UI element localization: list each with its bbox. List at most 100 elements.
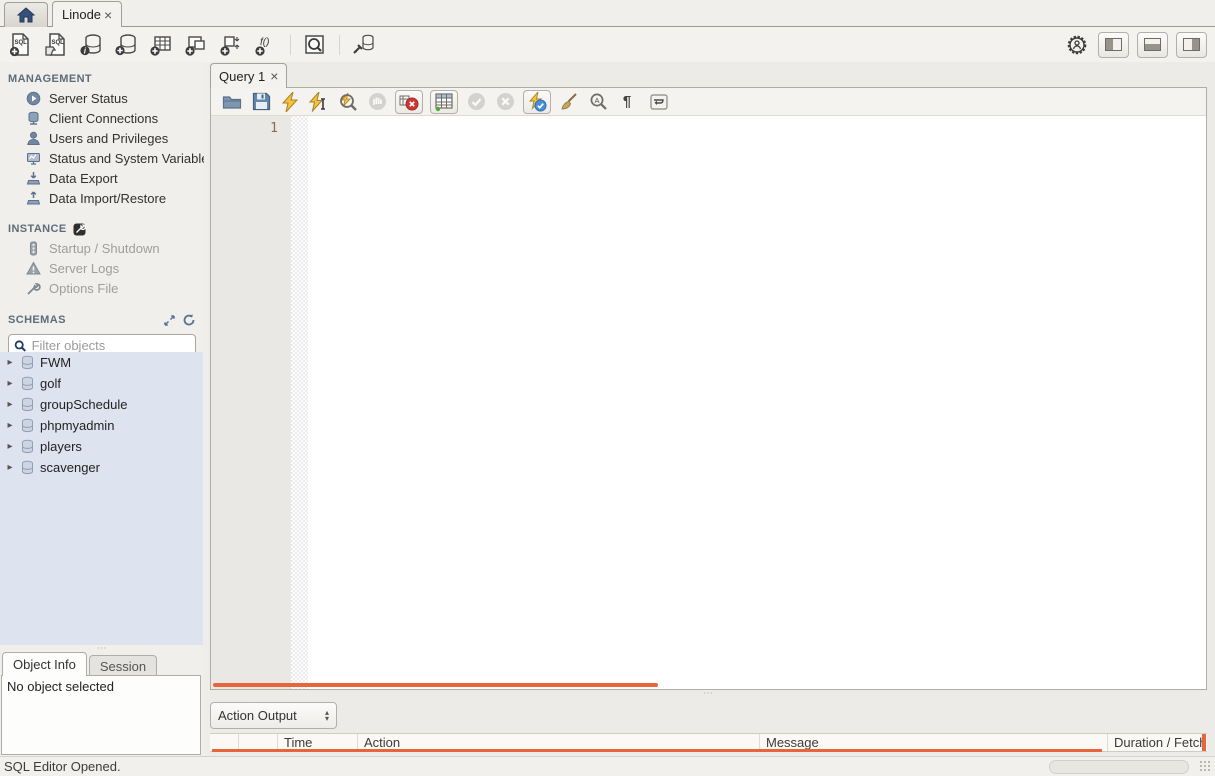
sidebar-item-client-connections[interactable]: Client Connections — [0, 108, 204, 128]
tab-object-info[interactable]: Object Info — [2, 652, 87, 676]
admin-gear-icon — [1067, 35, 1087, 54]
stop-query-button[interactable] — [366, 91, 388, 113]
expand-arrow-icon[interactable]: ▸ — [5, 420, 15, 431]
sql-editor-panel: A ¶ 1 — [210, 87, 1207, 690]
output-selector-value: Action Output — [218, 708, 297, 723]
commit-check-icon — [467, 93, 485, 110]
expand-arrow-icon[interactable]: ▸ — [5, 462, 15, 473]
svg-text:A: A — [594, 96, 599, 105]
find-button[interactable]: A — [587, 91, 609, 113]
schema-inspector-icon: i — [80, 33, 101, 55]
create-procedure-button[interactable] — [218, 32, 244, 58]
schemas-section-title: SCHEMAS — [0, 311, 204, 329]
toggle-autocommit-button[interactable] — [523, 89, 551, 114]
search-table-data-button[interactable] — [302, 32, 328, 58]
schema-item[interactable]: ▸ FWM — [0, 352, 203, 373]
resize-grip[interactable] — [1199, 760, 1212, 773]
open-sql-script-icon: SQL — [45, 32, 65, 56]
home-icon — [17, 7, 35, 23]
output-vertical-scrollbar[interactable] — [1202, 734, 1206, 751]
create-table-button[interactable] — [148, 32, 174, 58]
limit-rows-icon — [435, 92, 453, 111]
tab-connection[interactable]: Linode × — [52, 1, 123, 27]
expand-arrow-icon[interactable]: ▸ — [5, 399, 15, 410]
output-selector[interactable]: Action Output ▴ ▾ — [210, 702, 337, 729]
expand-arrow-icon[interactable]: ▸ — [5, 357, 15, 368]
schema-item[interactable]: ▸ golf — [0, 373, 203, 394]
open-folder-icon — [222, 95, 242, 109]
horizontal-scrollbar[interactable] — [213, 683, 658, 687]
toggle-right-sidebar-button[interactable] — [1176, 31, 1207, 58]
schema-item[interactable]: ▸ phpmyadmin — [0, 415, 203, 436]
open-sql-script-button[interactable]: SQL — [43, 32, 69, 58]
info-tabbar: Object Info Session — [2, 652, 158, 676]
toggle-word-wrap-button[interactable] — [645, 90, 673, 114]
commit-button[interactable] — [465, 91, 487, 113]
close-icon[interactable]: × — [104, 8, 112, 22]
sidebar-item-status-system-variables[interactable]: Status and System Variables — [0, 148, 204, 168]
expand-schemas-icon[interactable] — [163, 314, 176, 327]
server-status-icon — [26, 91, 41, 105]
spinner-arrows-icon: ▴ ▾ — [324, 707, 329, 723]
left-panel-icon — [1105, 38, 1122, 51]
open-file-button[interactable] — [221, 91, 243, 113]
sidebar-item-startup-shutdown[interactable]: Startup / Shutdown — [0, 238, 204, 258]
line-number: 1 — [270, 121, 278, 136]
sidebar-item-server-status[interactable]: Server Status — [0, 88, 204, 108]
main-toolbar: SQL SQL i f() — [0, 27, 1215, 62]
tab-query-1[interactable]: Query 1 × — [210, 63, 288, 88]
instance-section-title: INSTANCE — [0, 220, 204, 238]
create-schema-button[interactable] — [113, 32, 139, 58]
sql-code-area[interactable] — [308, 116, 1206, 689]
save-icon — [252, 92, 270, 111]
explain-plan-button[interactable] — [337, 91, 359, 113]
beautify-query-button[interactable] — [558, 91, 580, 113]
word-wrap-icon — [650, 93, 668, 110]
output-panel: Action Output ▴ ▾ Time Action Message Dur… — [210, 698, 1207, 756]
execute-statement-button[interactable] — [279, 91, 301, 113]
stop-hand-icon — [368, 93, 386, 110]
schema-inspector-button[interactable]: i — [78, 32, 104, 58]
column-duration[interactable]: Duration / Fetch — [1108, 734, 1207, 751]
toggle-stop-on-error-button[interactable] — [395, 89, 423, 114]
new-query-tab-button[interactable]: SQL — [8, 32, 34, 58]
tab-home[interactable] — [4, 2, 48, 27]
sidebar-item-data-import[interactable]: Data Import/Restore — [0, 188, 204, 208]
schema-item[interactable]: ▸ scavenger — [0, 457, 203, 478]
expand-arrow-icon[interactable]: ▸ — [5, 441, 15, 452]
schema-icon — [22, 397, 33, 412]
rollback-button[interactable] — [494, 91, 516, 113]
tab-session[interactable]: Session — [88, 655, 158, 676]
expand-arrow-icon[interactable]: ▸ — [5, 378, 15, 389]
output-horizontal-scrollbar[interactable] — [212, 749, 1102, 752]
stop-on-error-icon — [399, 95, 419, 110]
toggle-invisibles-button[interactable]: ¶ — [616, 91, 638, 113]
sql-editor-toolbar: A ¶ — [211, 88, 1206, 116]
execute-lightning-icon — [281, 91, 299, 112]
query-tab-label: Query 1 — [219, 68, 266, 84]
schema-item[interactable]: ▸ groupSchedule — [0, 394, 203, 415]
system-variables-icon — [27, 152, 40, 165]
horizontal-splitter[interactable]: ⋯ — [210, 689, 1207, 699]
create-view-button[interactable] — [183, 32, 209, 58]
close-icon[interactable]: × — [270, 69, 278, 83]
toggle-bottom-panel-button[interactable] — [1137, 31, 1168, 58]
svg-text:SQL: SQL — [52, 40, 65, 46]
right-panel-icon — [1183, 38, 1200, 51]
schema-item[interactable]: ▸ players — [0, 436, 203, 457]
schema-filter-input[interactable] — [31, 338, 190, 353]
sidebar-item-users-privileges[interactable]: Users and Privileges — [0, 128, 204, 148]
toggle-limit-rows-button[interactable] — [430, 89, 458, 114]
reconnect-dbms-button[interactable] — [351, 32, 377, 58]
admin-gear-button[interactable] — [1064, 32, 1090, 58]
status-progress-pill — [1049, 760, 1189, 774]
sidebar-item-options-file[interactable]: Options File — [0, 278, 204, 298]
toggle-left-sidebar-button[interactable] — [1098, 31, 1129, 58]
create-function-button[interactable]: f() — [253, 32, 279, 58]
refresh-schemas-icon[interactable] — [182, 313, 196, 327]
execute-current-statement-button[interactable] — [308, 91, 330, 113]
save-script-button[interactable] — [250, 91, 272, 113]
sidebar-item-server-logs[interactable]: Server Logs — [0, 258, 204, 278]
sidebar-item-data-export[interactable]: Data Export — [0, 168, 204, 188]
bottom-panel-icon — [1144, 38, 1161, 51]
